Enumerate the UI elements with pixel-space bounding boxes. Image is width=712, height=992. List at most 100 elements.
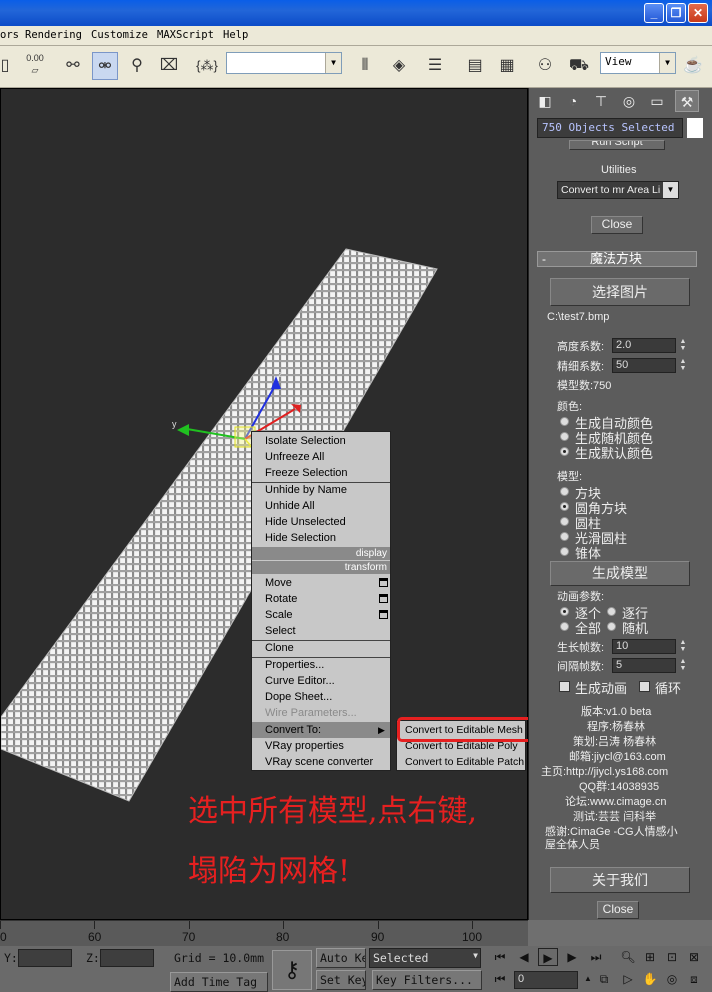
close-button[interactable]: ✕ xyxy=(688,3,708,23)
menu-help[interactable]: Help xyxy=(223,29,248,41)
curve-editor-icon[interactable]: ▤ xyxy=(462,52,488,80)
menu-item-rotate[interactable]: Rotate xyxy=(252,591,390,607)
menu-item-freeze-selection[interactable]: Freeze Selection xyxy=(252,465,390,481)
motion-tab-icon[interactable]: ◎ xyxy=(617,90,641,112)
menu-item-vray-scene-converter[interactable]: VRay scene converter xyxy=(252,754,390,770)
objects-selected-field[interactable]: 750 Objects Selected xyxy=(537,118,683,138)
detail-input[interactable]: 50 xyxy=(612,358,676,373)
hierarchy-tab-icon[interactable]: ⊤ xyxy=(589,90,613,112)
z-coord-field[interactable] xyxy=(100,949,154,967)
maximize-viewport-icon[interactable]: ⧈ xyxy=(684,970,704,988)
menu-item-select[interactable]: Select xyxy=(252,623,390,639)
radio-cylinder[interactable] xyxy=(560,517,569,526)
settings-box-icon[interactable] xyxy=(379,610,388,619)
spinner-arrows-icon[interactable]: ▲ ▼ xyxy=(679,639,687,654)
convert-to-editable-patch[interactable]: Convert to Editable Patch xyxy=(397,754,525,770)
radio-one-by-one[interactable] xyxy=(560,607,569,616)
y-coord-field[interactable] xyxy=(18,949,72,967)
goto-start-icon[interactable]: ⏮ xyxy=(490,948,510,966)
minimize-button[interactable]: _ xyxy=(644,3,664,23)
current-frame-field[interactable]: 0 xyxy=(514,971,578,989)
radio-random[interactable] xyxy=(607,622,616,631)
radio-row-by-row[interactable] xyxy=(607,607,616,616)
gen-anim-checkbox[interactable] xyxy=(559,681,570,692)
menu-item-clone[interactable]: Clone xyxy=(252,640,390,656)
menu-item-dope-sheet[interactable]: Dope Sheet... xyxy=(252,689,390,705)
spinner-icon[interactable]: ⚲ xyxy=(124,52,150,80)
percent-snap-icon[interactable]: ⚮ xyxy=(92,52,118,80)
named-selection-dropdown[interactable]: ▼ xyxy=(226,52,342,74)
loop-checkbox[interactable] xyxy=(639,681,650,692)
named-selection-braces-icon[interactable]: {⁂} xyxy=(194,52,220,80)
radio-default-color[interactable] xyxy=(560,447,569,456)
key-filters-button[interactable]: Key Filters... xyxy=(372,970,482,990)
display-tab-icon[interactable]: ▭ xyxy=(645,90,669,112)
chevron-down-icon[interactable]: ▼ xyxy=(663,182,678,198)
menu-item-vray-properties[interactable]: VRay properties xyxy=(252,738,390,754)
menu-views[interactable]: ors xyxy=(0,29,19,41)
generate-model-button[interactable]: 生成模型 xyxy=(550,561,690,586)
time-ruler[interactable]: 0 60 70 80 90 100 xyxy=(0,920,528,946)
menu-item-curve-editor[interactable]: Curve Editor... xyxy=(252,673,390,689)
grow-frames-input[interactable]: 10 xyxy=(612,639,676,654)
menu-customize[interactable]: Customize xyxy=(91,29,148,41)
auto-key-button[interactable]: Auto Key xyxy=(316,948,366,968)
schematic-view-icon[interactable]: ▦ xyxy=(494,52,520,80)
spinner-arrows-icon[interactable]: ▲ ▼ xyxy=(679,338,687,353)
create-tab-icon[interactable]: ◧ xyxy=(533,90,557,112)
object-color-swatch[interactable] xyxy=(687,118,703,138)
render-view-dropdown[interactable]: View ▼ xyxy=(600,52,676,74)
mirror-icon[interactable]: ⫴ xyxy=(352,52,378,80)
radio-smooth-cylinder[interactable] xyxy=(560,532,569,541)
zoom-extents-all-icon[interactable]: ⊠ xyxy=(684,948,704,966)
menu-item-unhide-by-name[interactable]: Unhide by Name xyxy=(252,482,390,498)
settings-box-icon[interactable] xyxy=(379,594,388,603)
material-editor-icon[interactable]: ⚇ xyxy=(532,52,558,80)
align-icon[interactable]: ◈ xyxy=(386,52,412,80)
radio-box[interactable] xyxy=(560,487,569,496)
radio-auto-color[interactable] xyxy=(560,417,569,426)
radio-random-color[interactable] xyxy=(560,432,569,441)
key-icon[interactable]: ⚷ xyxy=(272,950,312,990)
angle-snap-icon[interactable]: ⚯ xyxy=(60,52,86,80)
menu-item-hide-selection[interactable]: Hide Selection xyxy=(252,530,390,546)
zoom-icon[interactable]: 🔍︎ xyxy=(618,948,638,966)
spinner-snap-icon[interactable]: 0.00 ▱ xyxy=(22,52,48,80)
rollout-header[interactable]: - 魔法方块 xyxy=(537,251,697,267)
layers-icon[interactable]: ☰ xyxy=(422,52,448,80)
run-script-button[interactable]: Run Script xyxy=(569,140,665,150)
menu-item-move[interactable]: Move xyxy=(252,575,390,591)
rollout-toggle[interactable]: - xyxy=(542,252,546,266)
menu-item-hide-unselected[interactable]: Hide Unselected xyxy=(252,514,390,530)
close-bottom-button[interactable]: Close xyxy=(597,901,639,919)
radio-all[interactable] xyxy=(560,622,569,631)
modify-tab-icon[interactable]: ◔ xyxy=(561,90,585,112)
menu-item-unfreeze-all[interactable]: Unfreeze All xyxy=(252,449,390,465)
key-mode-dropdown[interactable]: Selected ▼ xyxy=(369,948,481,968)
menu-item-isolate-selection[interactable]: Isolate Selection xyxy=(252,433,390,449)
zoom-all-icon[interactable]: ⊞ xyxy=(640,948,660,966)
menu-item-unhide-all[interactable]: Unhide All xyxy=(252,498,390,514)
select-image-button[interactable]: 选择图片 xyxy=(550,278,690,306)
utilities-tab-icon[interactable]: ⚒ xyxy=(675,90,699,112)
menu-rendering[interactable]: Rendering xyxy=(25,29,82,41)
menu-maxscript[interactable]: MAXScript xyxy=(157,29,214,41)
edit-named-selection-icon[interactable]: ⌧ xyxy=(156,52,182,80)
field-of-view-icon[interactable]: ▷ xyxy=(618,970,638,988)
goto-end-icon[interactable]: ⏭ xyxy=(586,948,606,966)
toolbar-edge-icon[interactable]: ▯ xyxy=(0,52,10,80)
key-mode-icon[interactable]: ⏮ xyxy=(490,970,510,988)
pan-icon[interactable]: ✋ xyxy=(640,970,660,988)
add-time-tag-button[interactable]: Add Time Tag xyxy=(170,972,268,992)
radio-cone[interactable] xyxy=(560,547,569,556)
orbit-icon[interactable]: ◎ xyxy=(662,970,682,988)
zoom-extents-icon[interactable]: ⊡ xyxy=(662,948,682,966)
play-icon[interactable]: ▶ xyxy=(538,948,558,966)
menu-item-scale[interactable]: Scale xyxy=(252,607,390,623)
menu-item-properties[interactable]: Properties... xyxy=(252,657,390,673)
spinner-arrows-icon[interactable]: ▲ ▼ xyxy=(679,658,687,673)
radio-rounded-box[interactable] xyxy=(560,502,569,511)
utility-dropdown[interactable]: Convert to mr Area Li xyxy=(557,181,679,199)
height-input[interactable]: 2.0 xyxy=(612,338,676,353)
menu-item-convert-to[interactable]: Convert To: xyxy=(252,722,390,738)
